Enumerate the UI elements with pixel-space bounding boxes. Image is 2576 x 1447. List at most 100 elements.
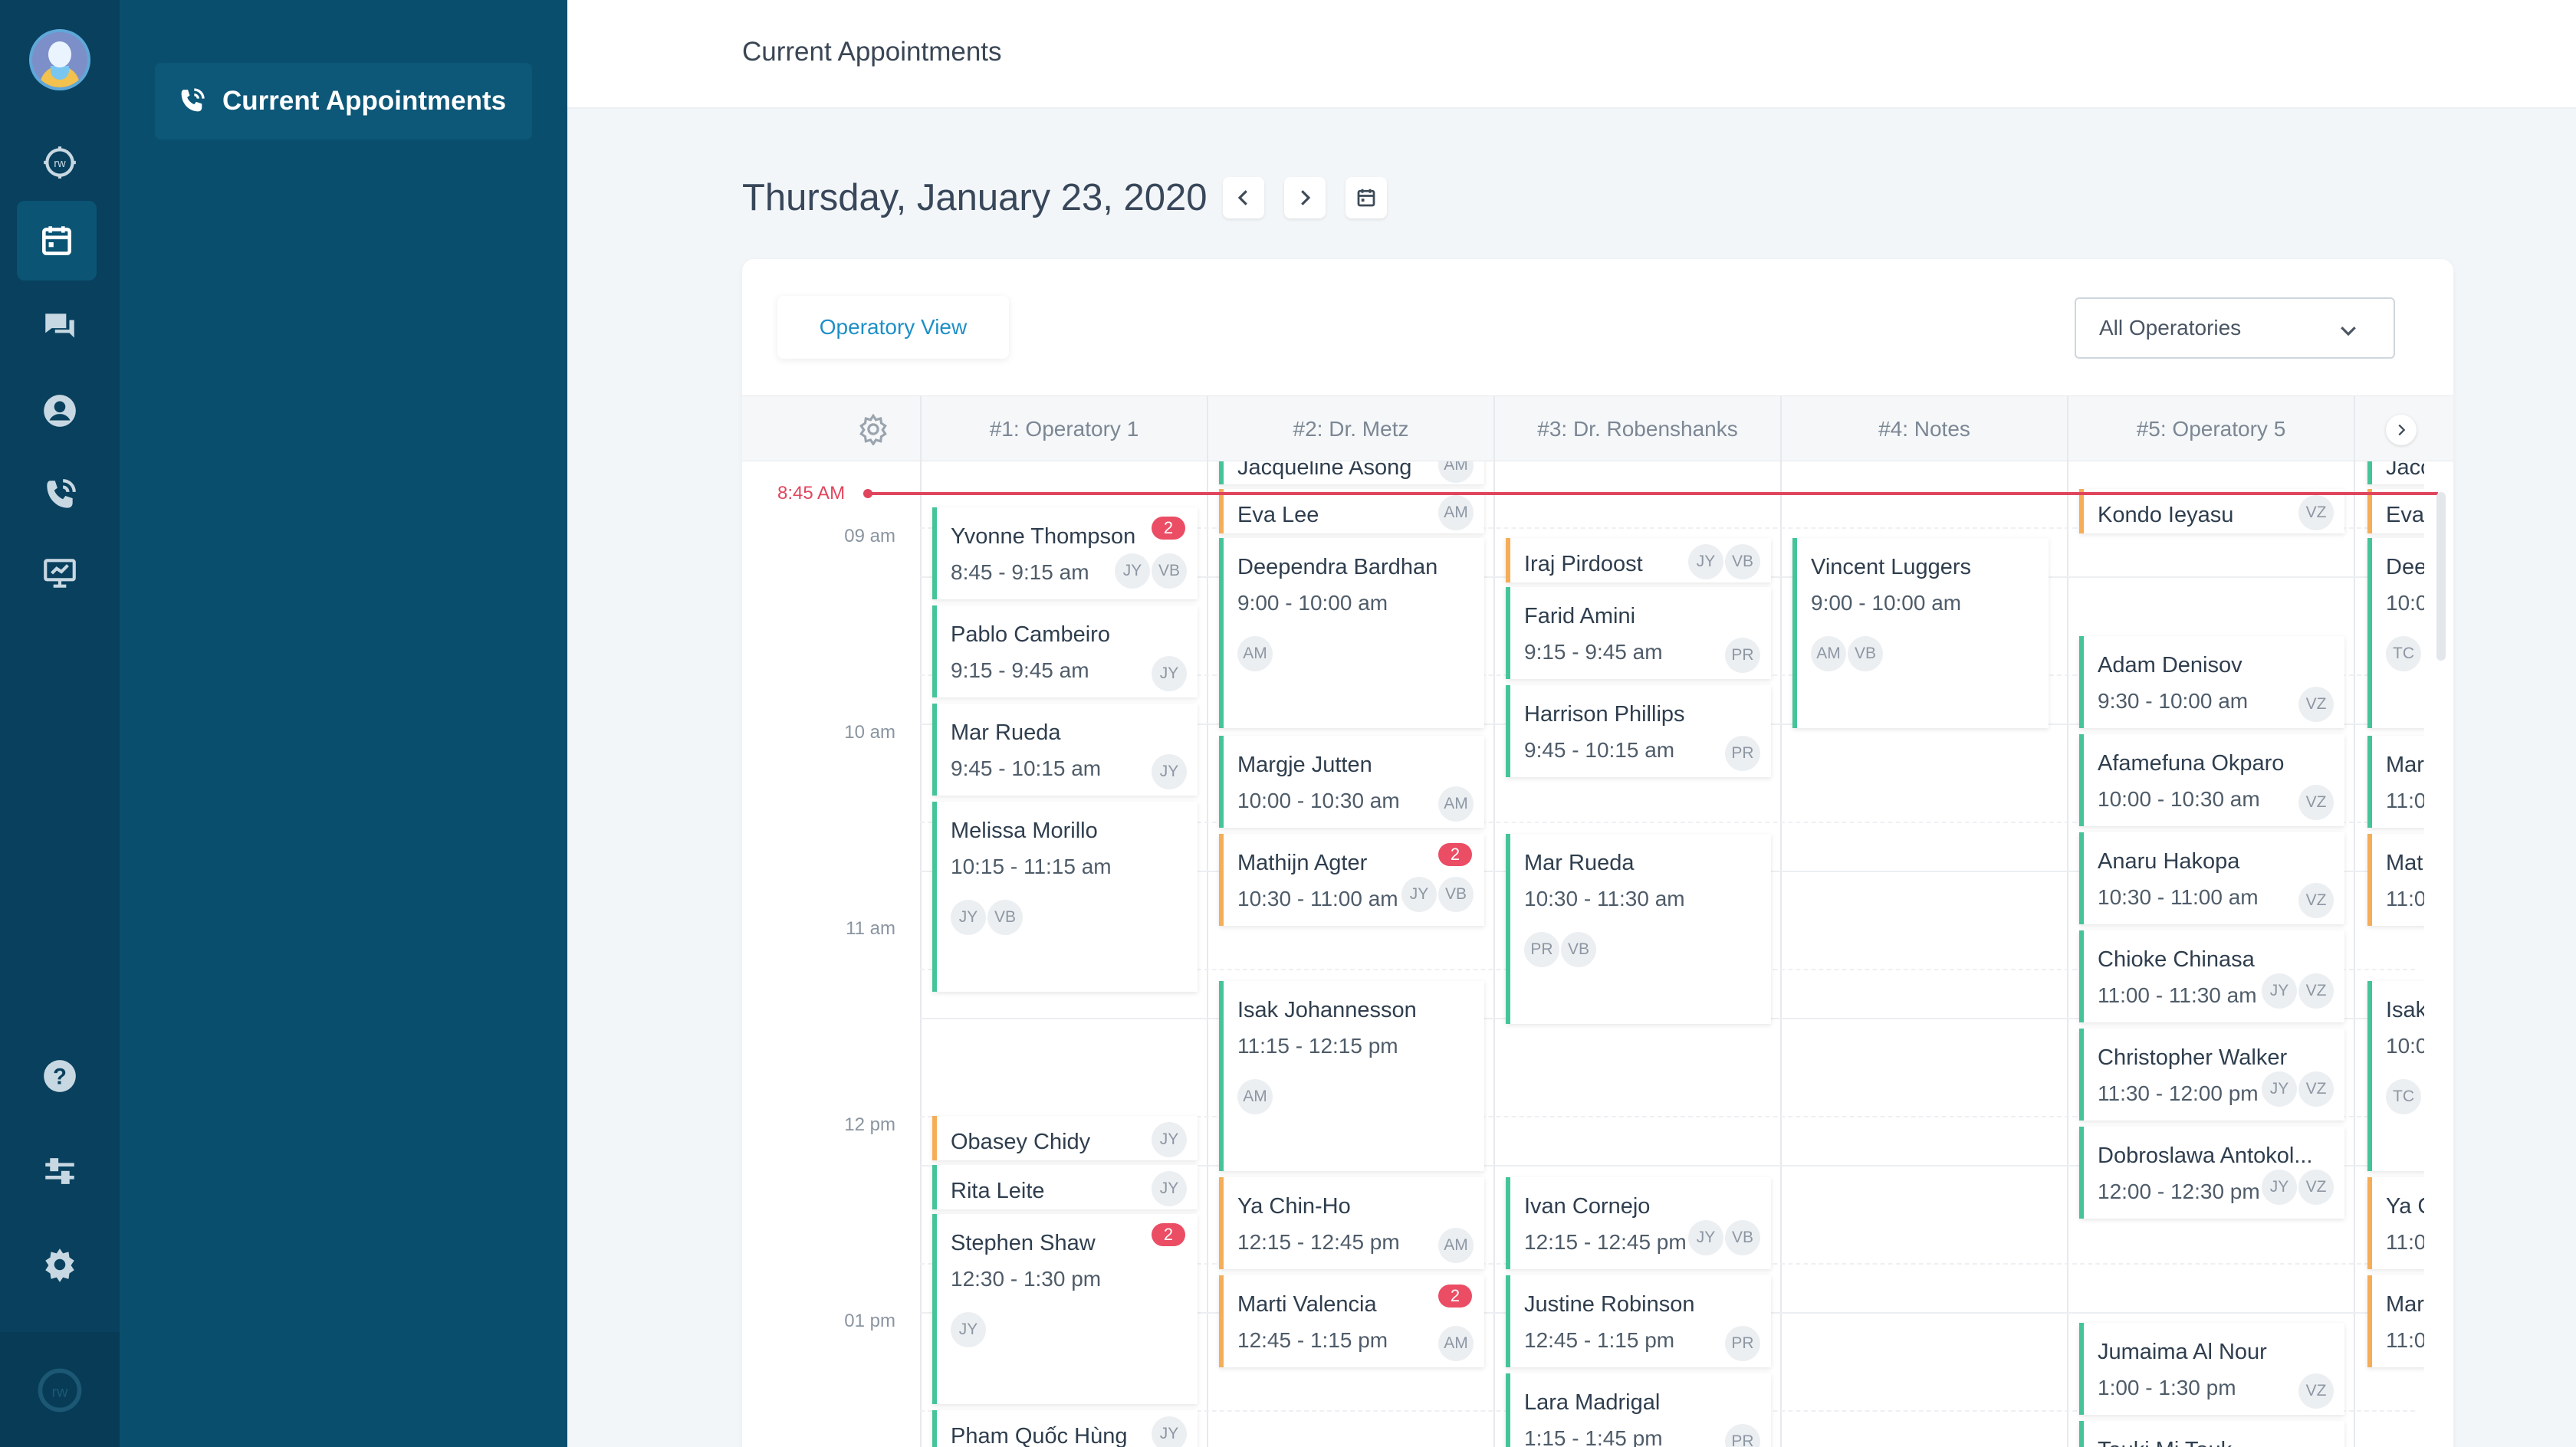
- appointment-card[interactable]: Obasey Chidy JY: [932, 1116, 1198, 1160]
- notification-badge: 2: [1152, 1223, 1185, 1246]
- appointment-card[interactable]: Marti Valencia 12:45 - 1:15 pm 2 AM: [1219, 1275, 1484, 1367]
- appointment-time: 12:30 - 1:30 pm: [951, 1267, 1102, 1291]
- patient-name: Farid Amini: [1524, 604, 1636, 628]
- settings-icon[interactable]: [0, 1225, 120, 1304]
- appointment-card[interactable]: Mar Rueda 9:45 - 10:15 am JY: [932, 704, 1198, 796]
- appointment-card[interactable]: Tauki Mi Tauk: [2079, 1421, 2344, 1447]
- appointment-card[interactable]: Yvonne Thompson 8:45 - 9:15 am 2 JY VB: [932, 507, 1198, 599]
- appointment-card[interactable]: Deependra Bardhan 9:00 - 10:00 am AM: [1219, 538, 1484, 728]
- patient-name: Chioke Chinasa: [2098, 947, 2255, 972]
- appointment-time: 11:0: [2386, 1328, 2424, 1352]
- appointment-card[interactable]: Jacqueline Asong AM: [1219, 461, 1484, 484]
- appointment-card[interactable]: Margje Jutten 10:00 - 10:30 am AM: [1219, 736, 1484, 828]
- appointment-card[interactable]: Ivan Cornejo 12:15 - 12:45 pm JY VB: [1506, 1177, 1771, 1269]
- next-day-button[interactable]: [1283, 177, 1326, 218]
- appointment-card[interactable]: Eva: [2367, 489, 2424, 533]
- appointment-card[interactable]: Mathijn Agter 10:30 - 11:00 am 2 JY VB: [1219, 834, 1484, 926]
- appointment-card[interactable]: Pham Quốc Hùng JY: [932, 1410, 1198, 1447]
- staff-chip: JY: [1688, 1220, 1723, 1255]
- appointment-card[interactable]: Lara Madrigal 1:15 - 1:45 pm PR: [1506, 1373, 1771, 1447]
- calendar-icon[interactable]: [17, 201, 97, 281]
- appointment-card[interactable]: Christopher Walker 11:30 - 12:00 pm JY VZ: [2079, 1029, 2344, 1121]
- sliders-icon[interactable]: [0, 1131, 120, 1211]
- gear-icon[interactable]: [857, 413, 889, 445]
- user-avatar[interactable]: [29, 29, 90, 90]
- calendar-icon: [1357, 189, 1375, 207]
- phone-icon[interactable]: [0, 455, 120, 535]
- staff-chip: AM: [1237, 1079, 1273, 1114]
- previous-day-button[interactable]: [1222, 177, 1264, 218]
- tab-operatory-view[interactable]: Operatory View: [777, 296, 1009, 359]
- appointment-card[interactable]: Isak Johannesson 11:15 - 12:15 pm AM: [1219, 981, 1484, 1171]
- patient-name: Deependra Bardhan: [1237, 555, 1438, 579]
- appointment-card[interactable]: Kondo Ieyasu VZ: [2079, 489, 2344, 533]
- help-icon[interactable]: ?: [0, 1036, 120, 1116]
- patient-name: Margje Jutten: [1237, 753, 1372, 777]
- appointment-card[interactable]: Ya Chin-Ho 12:15 - 12:45 pm AM: [1219, 1177, 1484, 1269]
- staff-chip: JY: [1152, 656, 1187, 691]
- staff-chip: AM: [1438, 1326, 1474, 1361]
- appointment-card[interactable]: Stephen Shaw 12:30 - 1:30 pm 2 JY: [932, 1214, 1198, 1404]
- appointment-card[interactable]: Adam Denisov 9:30 - 10:00 am VZ: [2079, 636, 2344, 728]
- staff-chip: JY: [2262, 1170, 2297, 1205]
- appointment-card[interactable]: Isak 10:0 TC: [2367, 981, 2424, 1171]
- patient-name: Harrison Phillips: [1524, 702, 1685, 727]
- appointment-time: 10:0: [2386, 591, 2424, 615]
- appointment-card[interactable]: Pablo Cambeiro 9:15 - 9:45 am JY: [932, 605, 1198, 697]
- staff-chip: TC: [2386, 636, 2421, 671]
- staff-chip: PR: [1725, 1424, 1760, 1447]
- staff-chip: VZ: [2298, 1071, 2334, 1107]
- appointment-card[interactable]: Vincent Luggers 9:00 - 10:00 am AM VB: [1792, 538, 2049, 728]
- operatories-select[interactable]: All Operatories: [2075, 297, 2395, 359]
- column-header-notes: #4: Notes: [1780, 396, 2067, 462]
- vertical-scrollbar[interactable]: [2436, 492, 2446, 661]
- column-header-dr-metz: #2: Dr. Metz: [1207, 396, 1493, 462]
- monitor-icon[interactable]: [0, 533, 120, 613]
- nav-item-current-appointments[interactable]: Current Appointments: [155, 63, 532, 139]
- appointment-card[interactable]: Dobroslawa Antokol... 12:00 - 12:30 pm J…: [2079, 1127, 2344, 1219]
- appointment-card[interactable]: Math 11:0: [2367, 834, 2424, 926]
- current-time-label: 8:45 AM: [777, 483, 846, 504]
- chevron-right-icon: [1300, 190, 1310, 205]
- staff-chip: JY: [1152, 1122, 1187, 1157]
- appointment-card[interactable]: Afamefuna Okparo 10:00 - 10:30 am VZ: [2079, 734, 2344, 826]
- staff-chip: JY: [1152, 1416, 1187, 1447]
- staff-chip: VZ: [2298, 687, 2334, 722]
- svg-text:rw: rw: [52, 1384, 69, 1401]
- staff-chip: VZ: [2298, 973, 2334, 1009]
- appointment-card[interactable]: Jumaima Al Nour 1:00 - 1:30 pm VZ: [2079, 1323, 2344, 1415]
- rw-sync-icon[interactable]: rw: [0, 123, 120, 202]
- chat-icon[interactable]: [0, 287, 120, 366]
- appointment-card[interactable]: Eva Lee AM: [1219, 489, 1484, 533]
- appointment-card[interactable]: Mart 11:0: [2367, 1275, 2424, 1367]
- staff-chip: VB: [987, 900, 1023, 935]
- phone-icon: [181, 88, 205, 112]
- staff-chip: VB: [1725, 1220, 1760, 1255]
- appointment-card[interactable]: Jaco: [2367, 461, 2424, 484]
- next-columns-button[interactable]: [2386, 415, 2417, 445]
- staff-chip: PR: [1725, 638, 1760, 673]
- appointment-card[interactable]: Mar Rueda 10:30 - 11:30 am PR VB: [1506, 834, 1771, 1024]
- appointment-card[interactable]: Ya C 11:0: [2367, 1177, 2424, 1269]
- appointment-card[interactable]: Justine Robinson 12:45 - 1:15 pm PR: [1506, 1275, 1771, 1367]
- appointment-card[interactable]: Marc 11:0: [2367, 736, 2424, 828]
- account-icon[interactable]: [0, 371, 120, 451]
- staff-chip: AM: [1438, 1228, 1474, 1263]
- appointment-card[interactable]: Harrison Phillips 9:45 - 10:15 am PR: [1506, 685, 1771, 777]
- appointment-card[interactable]: Anaru Hakopa 10:30 - 11:00 am VZ: [2079, 832, 2344, 924]
- appointment-card[interactable]: Farid Amini 9:15 - 9:45 am PR: [1506, 587, 1771, 679]
- appointment-card[interactable]: Chioke Chinasa 11:00 - 11:30 am JY VZ: [2079, 930, 2344, 1022]
- nav-item-label: Current Appointments: [222, 86, 507, 116]
- patient-name: Ya C: [2386, 1194, 2424, 1219]
- appointment-time: 11:0: [2386, 1230, 2424, 1254]
- staff-chip: JY: [951, 900, 986, 935]
- patient-name: Ya Chin-Ho: [1237, 1194, 1351, 1219]
- appointment-card[interactable]: Melissa Morillo 10:15 - 11:15 am JY VB: [932, 802, 1198, 992]
- patient-name: Mar Rueda: [1524, 851, 1635, 875]
- appointment-card[interactable]: Iraj Pirdoost JY VB: [1506, 538, 1771, 582]
- patient-name: Dobroslawa Antokol...: [2098, 1143, 2313, 1168]
- appointment-card[interactable]: Deep 10:0 TC: [2367, 538, 2424, 728]
- appointment-card[interactable]: Rita Leite JY: [932, 1165, 1198, 1209]
- staff-chip: AM: [1237, 636, 1273, 671]
- date-picker-button[interactable]: [1345, 177, 1387, 218]
